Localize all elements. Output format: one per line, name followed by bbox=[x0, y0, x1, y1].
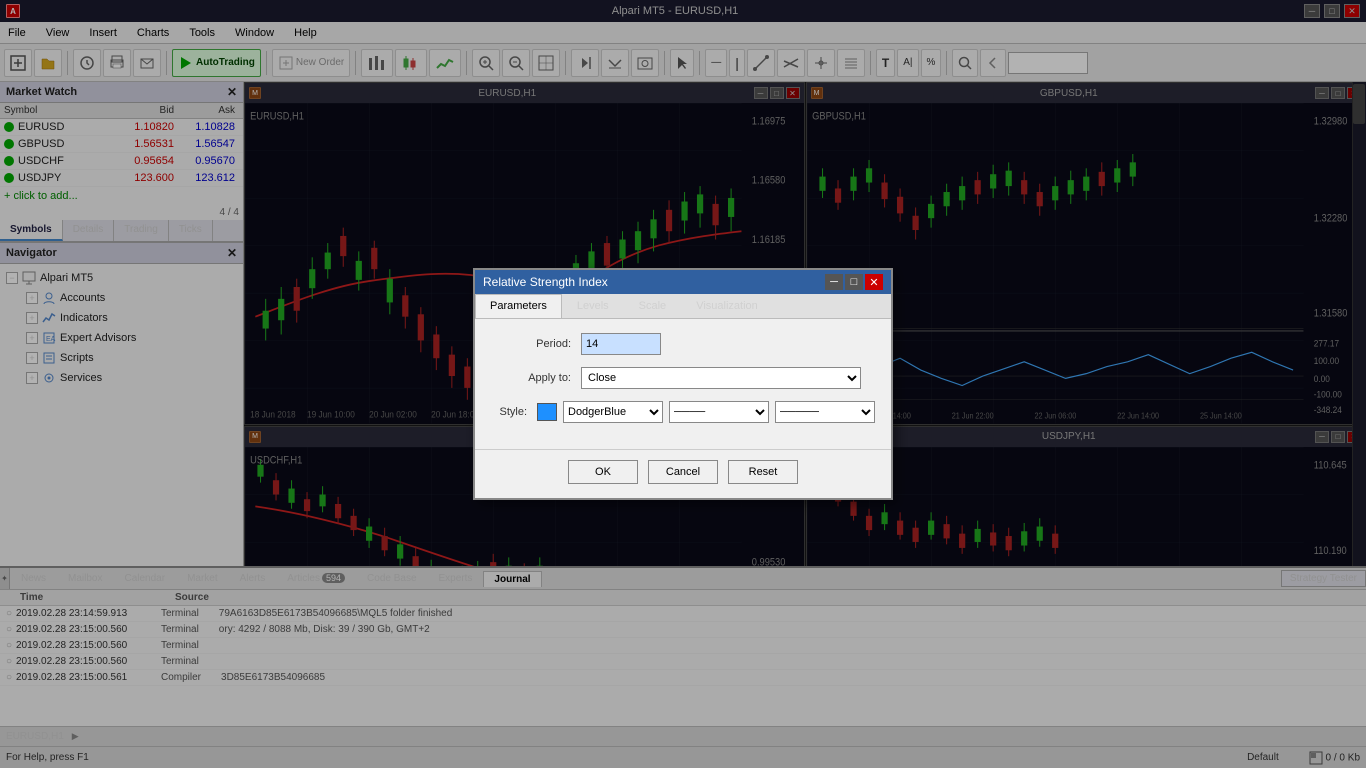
modal-body: Period: Apply to: Close Open High Low Me… bbox=[475, 319, 891, 449]
modal-ok-button[interactable]: OK bbox=[568, 460, 638, 484]
modal-row-style: Style: DodgerBlue Red Green White Yellow… bbox=[491, 401, 875, 423]
style-width-select[interactable]: ───── ━━━━ bbox=[775, 401, 875, 423]
modal-minimize-button[interactable]: ─ bbox=[825, 274, 843, 290]
modal-overlay: Relative Strength Index ─ □ ✕ Parameters… bbox=[0, 0, 1366, 768]
modal-cancel-button[interactable]: Cancel bbox=[648, 460, 718, 484]
modal-tabs: Parameters Levels Scale Visualization bbox=[475, 294, 891, 319]
modal-title: Relative Strength Index bbox=[483, 275, 608, 289]
apply-to-label: Apply to: bbox=[491, 372, 571, 384]
modal-row-apply: Apply to: Close Open High Low Median Pri… bbox=[491, 367, 875, 389]
style-line-select[interactable]: ──── - - - ····· bbox=[669, 401, 769, 423]
modal-tab-visualization[interactable]: Visualization bbox=[681, 294, 773, 318]
modal-titlebar: Relative Strength Index ─ □ ✕ bbox=[475, 270, 891, 294]
style-color-select[interactable]: DodgerBlue Red Green White Yellow bbox=[563, 401, 663, 423]
modal-reset-button[interactable]: Reset bbox=[728, 460, 798, 484]
modal-footer: OK Cancel Reset bbox=[475, 449, 891, 498]
style-color-swatch[interactable] bbox=[537, 403, 557, 421]
modal-close-button[interactable]: ✕ bbox=[865, 274, 883, 290]
style-label: Style: bbox=[491, 406, 527, 418]
modal-tab-levels[interactable]: Levels bbox=[562, 294, 624, 318]
modal-tab-parameters[interactable]: Parameters bbox=[475, 294, 562, 318]
period-label: Period: bbox=[491, 338, 571, 350]
style-controls: DodgerBlue Red Green White Yellow ──── -… bbox=[537, 401, 875, 423]
rsi-dialog: Relative Strength Index ─ □ ✕ Parameters… bbox=[473, 268, 893, 500]
period-input[interactable] bbox=[581, 333, 661, 355]
modal-row-period: Period: bbox=[491, 333, 875, 355]
modal-maximize-button[interactable]: □ bbox=[845, 274, 863, 290]
modal-tab-scale[interactable]: Scale bbox=[624, 294, 682, 318]
apply-to-select[interactable]: Close Open High Low Median Price Typical… bbox=[581, 367, 861, 389]
